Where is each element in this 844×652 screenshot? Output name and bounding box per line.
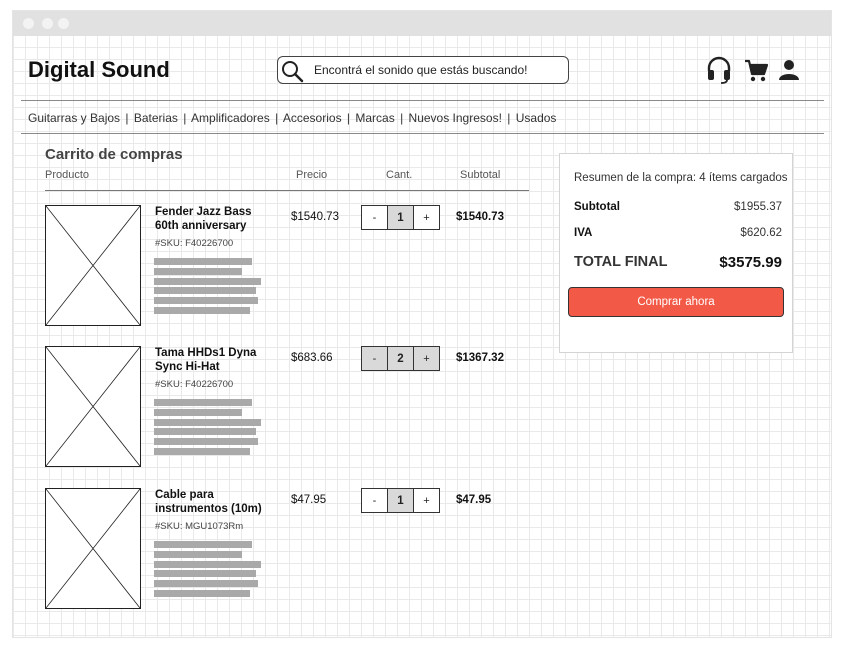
product-description-placeholder [154, 399, 261, 458]
qty-value: 1 [388, 206, 413, 229]
nav-item-amplificadores[interactable]: Amplificadores [191, 111, 270, 125]
product-price: $683.66 [291, 352, 333, 364]
nav-divider [21, 133, 824, 134]
summary-iva-value: $620.62 [740, 227, 782, 239]
cart-title: Carrito de compras [45, 146, 183, 163]
cart-icon[interactable] [744, 59, 768, 83]
headset-icon[interactable] [706, 56, 732, 84]
quantity-stepper: - 1 + [361, 488, 440, 513]
window-titlebar [13, 11, 831, 36]
column-header-price: Precio [296, 169, 328, 181]
nav-separator: | [346, 111, 351, 125]
product-sku: #SKU: F40226700 [155, 379, 234, 390]
qty-increase-button[interactable]: + [413, 489, 439, 512]
window-minimize-dot[interactable] [42, 18, 53, 29]
search-box[interactable] [277, 56, 569, 84]
qty-increase-button[interactable]: + [413, 206, 439, 229]
nav-item-nuevos-ingresos[interactable]: Nuevos Ingresos! [409, 111, 502, 125]
qty-decrease-button[interactable]: - [362, 489, 388, 512]
product-name[interactable]: Tama HHDs1 Dyna Sync Hi-Hat [155, 346, 275, 374]
nav-item-accesorios[interactable]: Accesorios [283, 111, 342, 125]
column-header-subtotal: Subtotal [460, 169, 501, 181]
product-subtotal: $1367.32 [456, 352, 504, 364]
cart-item: Tama HHDs1 Dyna Sync Hi-Hat #SKU: F40226… [13, 346, 543, 471]
header-divider [21, 100, 824, 101]
summary-total-label: TOTAL FINAL [574, 254, 668, 270]
product-subtotal: $47.95 [456, 494, 492, 506]
product-price: $1540.73 [291, 211, 339, 223]
column-header-qty: Cant. [386, 169, 413, 181]
summary-iva-label: IVA [574, 227, 593, 239]
category-nav: Guitarras y Bajos | Baterias | Amplifica… [28, 111, 556, 125]
nav-item-usados[interactable]: Usados [516, 111, 557, 125]
product-description-placeholder [154, 258, 261, 317]
nav-item-marcas[interactable]: Marcas [355, 111, 394, 125]
cart-header-divider [45, 190, 529, 191]
qty-value: 2 [388, 347, 413, 370]
nav-separator: | [183, 111, 187, 125]
summary-title: Resumen de la compra: 4 ítems cargados [574, 172, 788, 184]
summary-subtotal-value: $1955.37 [734, 201, 782, 213]
product-subtotal: $1540.73 [456, 211, 504, 223]
nav-separator: | [275, 111, 279, 125]
nav-item-guitarras[interactable]: Guitarras y Bajos [28, 111, 120, 125]
product-image-placeholder [45, 205, 141, 326]
window-maximize-dot[interactable] [58, 18, 69, 29]
quantity-stepper: - 1 + [361, 205, 440, 230]
summary-total-value: $3575.99 [719, 254, 782, 271]
quantity-stepper: - 2 + [361, 346, 440, 371]
qty-value: 1 [388, 489, 413, 512]
column-header-product: Producto [45, 169, 90, 181]
cart-item: Fender Jazz Bass 60th anniversary #SKU: … [13, 205, 543, 330]
product-image-placeholder [45, 346, 141, 467]
cart-item: Cable para instrumentos (10m) #SKU: MGU1… [13, 488, 543, 613]
qty-decrease-button[interactable]: - [362, 347, 388, 370]
product-image-placeholder [45, 488, 141, 609]
search-icon [282, 61, 304, 83]
brand-logo[interactable]: Digital Sound [28, 57, 170, 83]
nav-separator: | [125, 111, 129, 125]
nav-separator: | [400, 111, 404, 125]
user-icon[interactable] [778, 59, 800, 81]
browser-window: Digital Sound Guitarras y Bajos | Bateri… [12, 10, 832, 638]
window-close-dot[interactable] [23, 18, 34, 29]
qty-decrease-button[interactable]: - [362, 206, 388, 229]
product-sku: #SKU: F40226700 [155, 238, 234, 249]
nav-separator: | [507, 111, 511, 125]
qty-increase-button[interactable]: + [413, 347, 439, 370]
nav-item-baterias[interactable]: Baterias [134, 111, 178, 125]
summary-subtotal-label: Subtotal [574, 201, 620, 213]
product-name[interactable]: Cable para instrumentos (10m) [155, 488, 275, 516]
search-input[interactable] [314, 61, 564, 79]
buy-now-button[interactable]: Comprar ahora [568, 287, 784, 317]
product-price: $47.95 [291, 494, 327, 506]
order-summary-panel: Resumen de la compra: 4 ítems cargados S… [559, 153, 793, 353]
product-description-placeholder [154, 541, 261, 600]
product-name[interactable]: Fender Jazz Bass 60th anniversary [155, 205, 275, 233]
product-sku: #SKU: MGU1073Rm [155, 521, 244, 532]
